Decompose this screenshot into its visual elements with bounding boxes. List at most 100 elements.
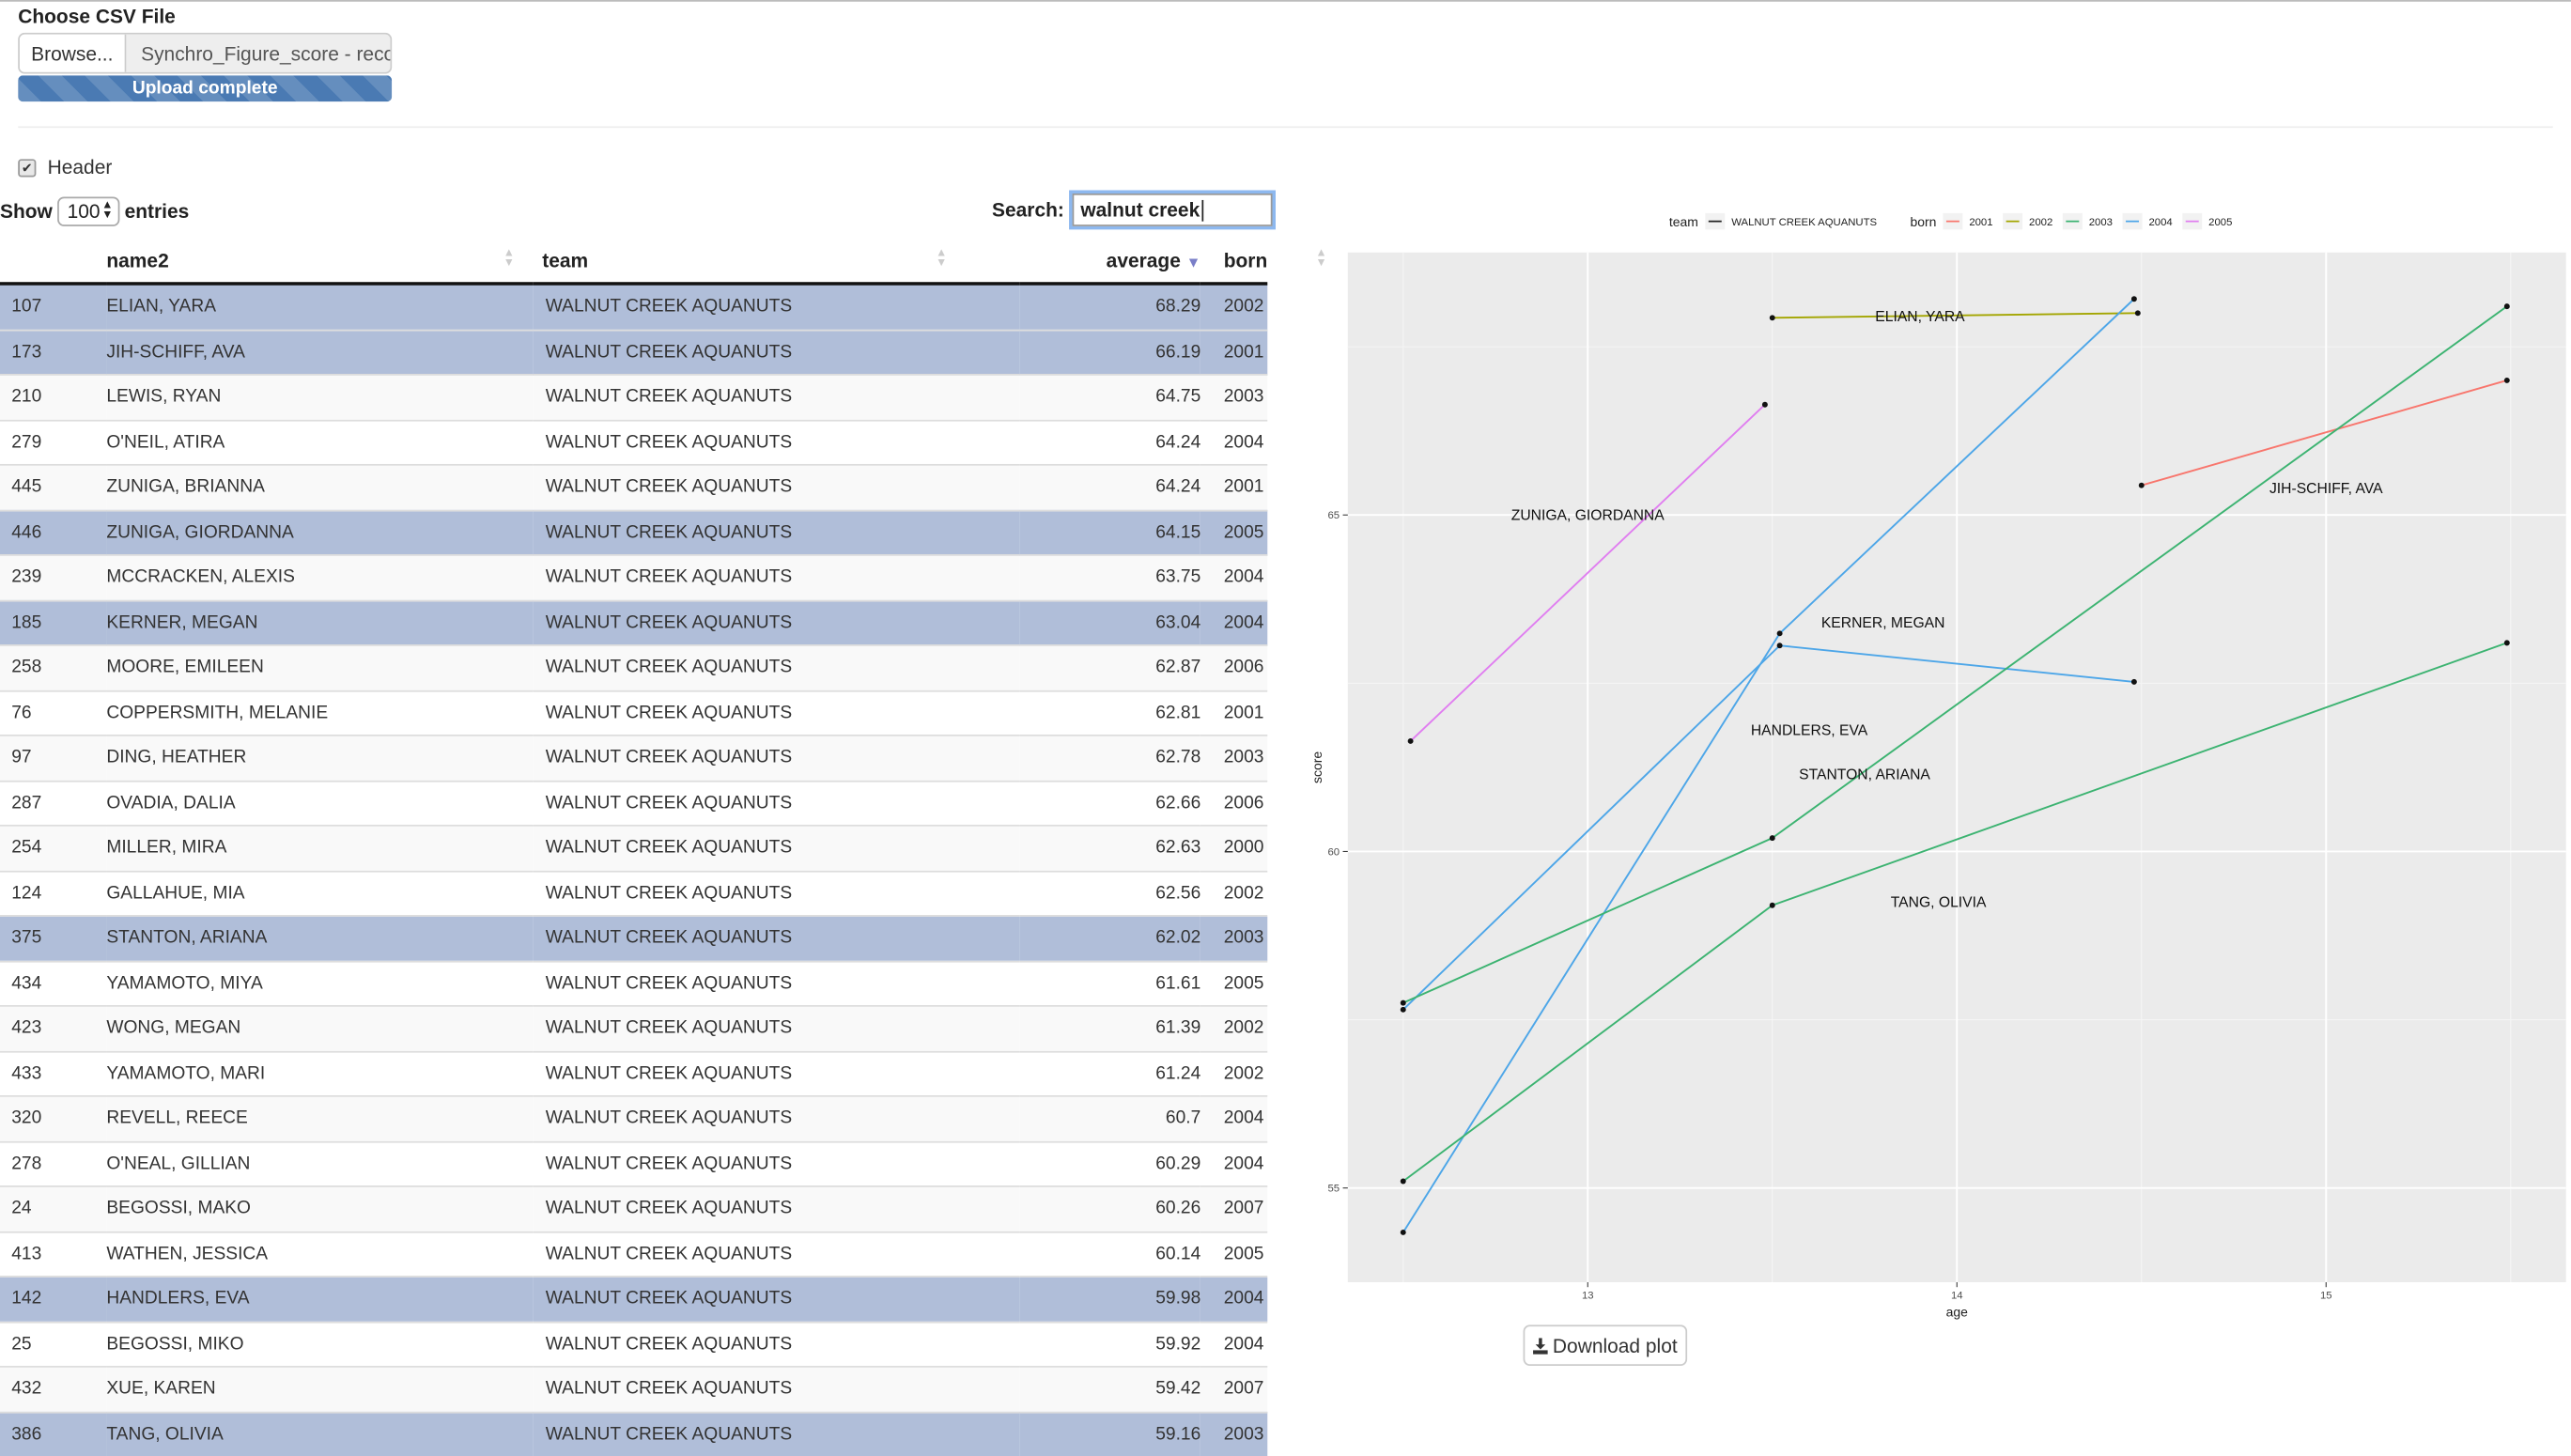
upload-progress-bar: Upload complete [18, 75, 393, 102]
table-row[interactable]: 287 OVADIA, DALIA WALNUT CREEK AQUANUTS 62.… [0, 780, 1268, 826]
table-body: 107 ELIAN, YARA WALNUT CREEK AQUANUTS 68.29… [0, 283, 1268, 1456]
cell-born: 2002 [1200, 283, 1268, 330]
cell-name: KERNER, MEGAN [106, 598, 533, 645]
table-row[interactable]: 239 MCCRACKEN, ALEXIS WALNUT CREEK AQUANUT… [0, 553, 1268, 600]
cell-name: MILLER, MIRA [106, 825, 533, 871]
table-row[interactable]: 254 MILLER, MIRA WALNUT CREEK AQUANUTS 62.6… [0, 825, 1268, 871]
column-header-team[interactable]: team ▲ ▼ [532, 238, 1021, 286]
table-row[interactable]: 445 ZUNIGA, BRIANNA WALNUT CREEK AQUANUTS 6… [0, 463, 1268, 510]
table-row[interactable]: 433 YAMAMOTO, MARI WALNUT CREEK AQUANUTS 61… [0, 1050, 1268, 1096]
divider [18, 126, 2553, 129]
cell-name: ELIAN, YARA [106, 283, 533, 330]
table-row[interactable]: 173 JIH-SCHIFF, AVA WALNUT CREEK AQUANUTS 6… [0, 328, 1268, 375]
row-index: 239 [0, 553, 107, 600]
row-index: 446 [0, 508, 107, 555]
column-header-born[interactable]: born ▲ ▼ [1200, 238, 1327, 286]
cell-team: WALNUT CREEK AQUANUTS [532, 825, 1021, 871]
cell-born: 2004 [1200, 553, 1268, 600]
row-index: 97 [0, 734, 107, 781]
table-row[interactable]: 185 KERNER, MEGAN WALNUT CREEK AQUANUTS 63.… [0, 598, 1268, 645]
data-point [1769, 315, 1775, 321]
search-input-value: walnut creek [1080, 198, 1200, 222]
table-row[interactable]: 258 MOORE, EMILEEN WALNUT CREEK AQUANUTS 62… [0, 643, 1268, 690]
cell-average: 59.98 [1020, 1276, 1201, 1322]
data-point [1769, 835, 1775, 842]
table-row[interactable]: 432 XUE, KAREN WALNUT CREEK AQUANUTS 59.42 2… [0, 1366, 1268, 1412]
row-index: 107 [0, 283, 107, 330]
cell-name: XUE, KAREN [106, 1366, 533, 1412]
file-input[interactable]: Browse... Synchro_Figure_score - record [18, 32, 393, 74]
cell-name: MOORE, EMILEEN [106, 643, 533, 690]
column-header-index[interactable] [0, 238, 107, 286]
app-stage: Choose CSV File Browse... Synchro_Figure… [0, 0, 2571, 1456]
top-border [0, 0, 2571, 2]
table-row[interactable]: 320 REVELL, REECE WALNUT CREEK AQUANUTS 60.… [0, 1095, 1268, 1141]
table-row[interactable]: 279 O'NEIL, ATIRA WALNUT CREEK AQUANUTS 64.… [0, 418, 1268, 465]
download-plot-button[interactable]: Download plot [1523, 1324, 1688, 1367]
row-index: 320 [0, 1095, 107, 1141]
legend-label-born: 2002 [2029, 217, 2052, 228]
cell-born: 2001 [1200, 689, 1268, 736]
cell-average: 63.04 [1020, 598, 1201, 645]
table-row[interactable]: 24 BEGOSSI, MAKO WALNUT CREEK AQUANUTS 60.2… [0, 1185, 1268, 1231]
cell-born: 2005 [1200, 960, 1268, 1006]
cell-born: 2003 [1200, 373, 1268, 420]
search-input[interactable]: walnut creek [1072, 193, 1273, 226]
cell-team: WALNUT CREEK AQUANUTS [532, 283, 1021, 330]
cell-name: WATHEN, JESSICA [106, 1231, 533, 1277]
header-checkbox-row[interactable]: ✔ Header [18, 156, 112, 178]
cell-name: REVELL, REECE [106, 1095, 533, 1141]
table-row[interactable]: 210 LEWIS, RYAN WALNUT CREEK AQUANUTS 64.75… [0, 373, 1268, 420]
series-label: ELIAN, YARA [1875, 309, 1965, 325]
table-row[interactable]: 124 GALLAHUE, MIA WALNUT CREEK AQUANUTS 62.… [0, 870, 1268, 916]
data-point [1400, 1006, 1406, 1013]
column-header-name2[interactable]: name2 ▲ ▼ [106, 238, 533, 286]
cell-team: WALNUT CREEK AQUANUTS [532, 1276, 1021, 1322]
header-checkbox[interactable]: ✔ [18, 158, 37, 177]
data-point [2503, 640, 2510, 646]
table-row[interactable]: 375 STANTON, ARIANA WALNUT CREEK AQUANUTS 6… [0, 915, 1268, 961]
text-caret [1200, 199, 1203, 221]
cell-born: 2004 [1200, 1276, 1268, 1322]
cell-team: WALNUT CREEK AQUANUTS [532, 915, 1021, 961]
legend-title-team: team [1669, 214, 1698, 229]
table-row[interactable]: 386 TANG, OLIVIA WALNUT CREEK AQUANUTS 59.1… [0, 1411, 1268, 1456]
row-index: 185 [0, 598, 107, 645]
table-row[interactable]: 423 WONG, MEGAN WALNUT CREEK AQUANUTS 61.39… [0, 1005, 1268, 1051]
series-label: TANG, OLIVIA [1891, 894, 1987, 910]
cell-born: 2001 [1200, 328, 1268, 375]
table-row[interactable]: 278 O'NEAL, GILLIAN WALNUT CREEK AQUANUTS 6… [0, 1140, 1268, 1186]
sort-icon: ▲ ▼ [936, 247, 948, 270]
legend-label-born: 2004 [2148, 217, 2172, 228]
data-point [1400, 1178, 1406, 1185]
table-row[interactable]: 142 HANDLERS, EVA WALNUT CREEK AQUANUTS 59.… [0, 1276, 1268, 1322]
table-row[interactable]: 446 ZUNIGA, GIORDANNA WALNUT CREEK AQUANUT… [0, 508, 1268, 555]
cell-average: 62.87 [1020, 643, 1201, 690]
row-index: 445 [0, 463, 107, 510]
table-row[interactable]: 97 DING, HEATHER WALNUT CREEK AQUANUTS 62.7… [0, 734, 1268, 781]
data-point [1776, 630, 1783, 637]
row-index: 386 [0, 1411, 107, 1456]
column-header-average[interactable]: average ▼ [1020, 238, 1201, 286]
x-tick-label: 15 [2320, 1290, 2332, 1301]
show-label: Show [0, 199, 53, 224]
file-name-field[interactable]: Synchro_Figure_score - record [126, 34, 391, 72]
row-index: 76 [0, 689, 107, 736]
series-label: HANDLERS, EVA [1751, 723, 1868, 739]
table-row[interactable]: 413 WATHEN, JESSICA WALNUT CREEK AQUANUTS 6… [0, 1231, 1268, 1277]
select-spinner-icon: ▲ ▼ [101, 199, 114, 222]
browse-button[interactable]: Browse... [19, 34, 127, 72]
cell-name: JIH-SCHIFF, AVA [106, 328, 533, 375]
table-row[interactable]: 434 YAMAMOTO, MIYA WALNUT CREEK AQUANUTS 61… [0, 960, 1268, 1006]
y-axis-title: score [1309, 751, 1324, 783]
cell-born: 2003 [1200, 915, 1268, 961]
cell-average: 61.39 [1020, 1005, 1201, 1051]
table-row[interactable]: 76 COPPERSMITH, MELANIE WALNUT CREEK AQUAN… [0, 689, 1268, 736]
table-row[interactable]: 107 ELIAN, YARA WALNUT CREEK AQUANUTS 68.29… [0, 283, 1268, 330]
cell-average: 60.26 [1020, 1185, 1201, 1231]
cell-born: 2001 [1200, 463, 1268, 510]
entries-select[interactable]: 100 ▲ ▼ [57, 196, 120, 226]
table-row[interactable]: 25 BEGOSSI, MIKO WALNUT CREEK AQUANUTS 59.9… [0, 1321, 1268, 1367]
cell-average: 62.56 [1020, 870, 1201, 916]
series-label: STANTON, ARIANA [1799, 767, 1930, 782]
